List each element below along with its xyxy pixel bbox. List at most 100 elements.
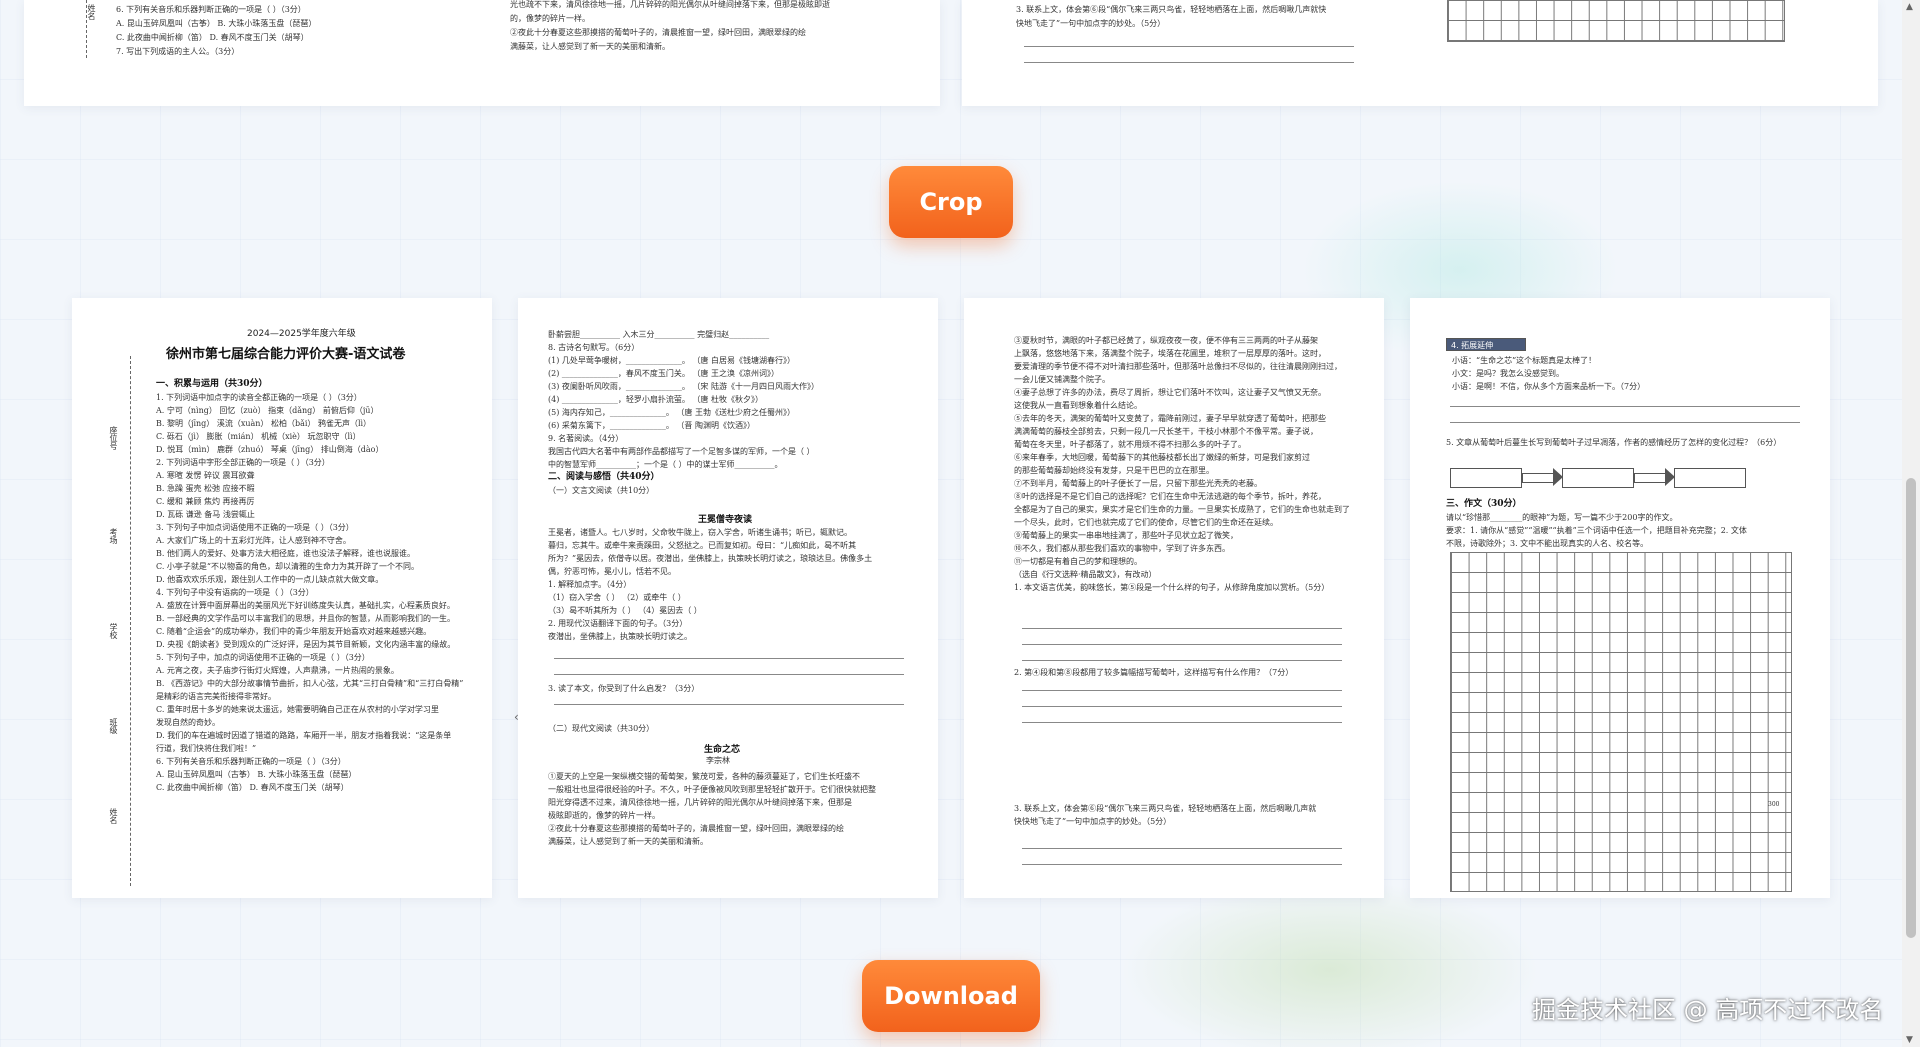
section-heading: 一、积累与运用（共30分） [156,379,268,389]
text-line: A. 寒暄 发愣 碎议 震耳欲聋 [156,471,255,480]
answer-line [1450,422,1800,423]
text-line: 小语：是啊！不信，你从多个方面来品析一下。（7分） [1452,382,1646,391]
page-three-block: ③夏秋时节，满眼的叶子都已经黄了，纵观夜夜一夜，便不停有三三两两的叶子从藤架 上… [1014,334,1350,594]
question-block: 6. 下列有关音乐和乐器判断正确的一项是（ ）（3分） A. 昆山玉碎凤凰叫（古… [116,3,316,59]
extension-tag: 4. 拓展延伸 [1446,338,1526,351]
text-line: 4. 下列句子中没有语病的一项是（ ）（3分） [156,588,314,597]
arrow-right-icon [1634,468,1675,486]
essay-grid [1447,0,1785,42]
arrow-right-icon [1522,468,1563,486]
crop-button-label: Crop [919,188,983,216]
text-line: A. 昆山玉碎凤凰叫（古筝） B. 大珠小珠落玉盘（琵琶） [156,770,357,779]
question-block: 3. 联系上文，体会第⑥段“偶尔飞来三两只鸟雀，轻轻地栖落在上面，然后啁啾几声就… [1016,3,1326,31]
flow-box [1562,468,1634,488]
text-line: D. 瓦砾 谦逊 备马 浅尝辄止 [156,510,255,519]
page-thumbnail-1[interactable]: 2024—2025学年度六年级 徐州市第七届综合能力评价大赛-语文试卷 座位号 … [72,298,492,898]
grid-count-mark: 300 [1768,798,1779,811]
text-line: ②夜此十分春夏这些那摸搭的葡萄叶子的，清晨推窗一望，绿叶回田，满眼翠绿的绘 [548,824,844,833]
answer-line [1022,644,1342,645]
text-line: D. 他喜欢欢乐乐观，跟住别人工作中的一点儿缺点就大做文章。 [156,575,384,584]
answer-line [1024,46,1354,47]
scrollbar-thumb[interactable] [1906,478,1916,938]
text-line: 上飘落，悠悠地落下来，落满整个院子，埃落在花圃里，堆积了一层厚厚的落叶。这时， [1014,349,1326,358]
text-line: 3. 下列句子中加点词语使用不正确的一项是（ ）（3分） [156,523,354,532]
text-line: 要爱清理的季节便不得不对叶清扫那些落叶，但那落叶总像扫不尽似的，往往清晨刚刚扫过… [1014,362,1342,371]
text-line: B. 《西游记》中的大部分故事情节曲折，扣人心弦，尤其“三打白骨精”和“三打白骨… [156,679,464,688]
text-line: 不限，诗歌除外；3. 文中不能出现真实的人名、校名等。 [1446,539,1649,548]
crop-button[interactable]: Crop [889,166,1013,238]
text-line: ④妻子总想了许多的办法，费尽了周折，想让它们落叶不饮叫，这让妻子又气愤又无奈。 [1014,388,1326,397]
answer-line [1022,722,1342,723]
watermark: 掘金技术社区 @ 高项不过不改名 [1532,996,1884,1024]
text-line: 满藤菜，让人感觉到了新一天的美丽和清新。 [548,837,708,846]
text-line: B. 黎明（jīng） 溪流（xuàn） 松柏（bǎi） 鸦雀无声（lì） [156,419,372,428]
text-line: ③夏秋时节，满眼的叶子都已经黄了，纵观夜夜一夜，便不停有三三两两的叶子从藤架 [1014,336,1318,345]
answer-line [1022,706,1342,707]
section-one-block: 一、积累与运用（共30分） 1. 下列词语中加点字的读音全都正确的一项是（ ）（… [156,378,463,794]
story-two-block: ①夏天的上空是一架纵横交错的葡萄架，繁茂可爱，各种的藤须蔓延了，它们生长旺盛不 … [548,770,876,848]
page-thumbnail-3[interactable]: ③夏秋时节，满眼的叶子都已经黄了，纵观夜夜一夜，便不停有三三两两的叶子从藤架 上… [964,298,1384,898]
text-line: ⑧叶的选择是不是它们自己的选择呢？它们在生命中无法逃避的每个季节，拆叶，养花， [1014,492,1326,501]
text-line: 暮归，忘其牛。或牵牛来责蹊田，父怒挞之。已而复如初。母曰：“儿痴如此，曷不听其 [548,541,857,550]
dialogue-block: 小语：“生命之芯”这个标题真是太棒了！ 小文：是吗？我怎么没感觉到。 小语：是啊… [1452,354,1645,393]
text-line: (5) 海内存知己，______________。 （唐 王勃《送杜少府之任蜀州… [548,408,795,417]
text-line: 要求：1. 请你从“感觉”“温暖”“执着”三个词语中任选一个，把题目补充完整；2… [1446,526,1747,535]
text-line: 一个尽头，此时，它们也就完成了它们的使命，尽管它们的生命还在延续。 [1014,518,1278,527]
essay-block: 三、作文（30分） 请以“珍惜那________的眼神”为题，写一篇不少于200… [1446,498,1747,550]
text-line: 2. 下列词语中字形全部正确的一项是（ ）（3分） [156,458,330,467]
scroll-down-icon[interactable]: ▼ [1906,1035,1913,1045]
text-line: 5. 文章从葡萄叶后蔓生长写到葡萄叶子过早凋落，作者的感情经历了怎样的变化过程？… [1446,438,1782,447]
text-line: 5. 下列句子中，加点的词语使用不正确的一项是（ ）（3分） [156,653,370,662]
text-line: ⑥来年春季，大地回暖，葡萄藤下的其他藤枝都长出了嫩绿的新芽，可是我们家剪过 [1014,453,1310,462]
text-line: 所为？”冕因去，依僧寺以居。夜潜出，坐佛膝上，执策映长明灯读之，琅琅达旦。佛像多… [548,554,873,563]
answer-line [554,674,904,675]
text-line: C. 缓和 兼顾 焦灼 再接再厉 [156,497,255,506]
text-line: 6. 下列有关音乐和乐器判断正确的一项是（ ）（3分） [116,5,306,14]
flow-box [1674,468,1746,488]
text-line: 卧薪尝胆__________ 入木三分__________ 完璧归赵______… [548,330,770,339]
text-line: (2) ______________，春风不度玉门关。 （唐 王之涣《凉州词》） [548,369,779,378]
text-line: 阳光穿得透不过来，清风徐徐地一摇，几片碎碎的阳光偶尔从叶缝间掉落下来，但那是 [548,798,852,807]
download-button[interactable]: Download [862,960,1040,1032]
side-label-school: 学校 [109,623,118,639]
top-right-sheet: 3. 联系上文，体会第⑥段“偶尔飞来三两只鸟雀，轻轻地栖落在上面，然后啁啾几声就… [962,0,1878,106]
text-line: 是精彩的语言完美衔接得非常好。 [156,692,276,701]
page-thumbnails-row: 2024—2025学年度六年级 徐州市第七届综合能力评价大赛-语文试卷 座位号 … [0,298,1920,898]
text-line: C. 小亭子就是“不以物喜的角色，却以清雅的生命力为其开辟了一个不同。 [156,562,420,571]
sub-section-heading: （一）文言文阅读（共10分） [548,486,655,495]
question-block: 2. 第④段和第⑧段都用了较多篇幅描写葡萄叶，这样描写有什么作用？（7分） [1014,666,1293,679]
text-line: 一会儿便又铺满整个院子。 [1014,375,1110,384]
text-line: 7. 写出下列成语的主人公。（3分） [116,47,240,56]
grid-mark-text: 300 [1768,801,1780,808]
text-line: C. 此夜曲中闻折柳（笛） D. 春风不度玉门关（胡琴） [156,783,349,792]
section-heading: 二、阅读与感悟（共40分） [548,472,660,482]
flow-box [1450,468,1522,488]
text-line: 中的智慧军师__________；一个是（ ）中的谋士军师__________。 [548,460,783,469]
reading-block: 光也疏不下来，清风徐徐地一摇，几片碎碎的阳光偶尔从叶缝间掉落下来，但那是极眩即逝… [510,0,830,54]
text-line: ⑦不到半月，葡萄藤上的叶子便长了一层，只留下那些光秃秃的老藤。 [1014,479,1262,488]
page-thumbnail-4[interactable]: 4. 拓展延伸 小语：“生命之芯”这个标题真是太棒了！ 小文：是吗？我怎么没感觉… [1410,298,1830,898]
sub-section-two: （二）现代文阅读（共30分） [548,722,654,735]
question-block: 5. 文章从葡萄叶后蔓生长写到葡萄叶子过早凋落，作者的感情经历了怎样的变化过程？… [1446,436,1781,449]
author-line: 李宗林 [706,756,730,765]
text-line: 这使我从一直看到想象着什么结论。 [1014,401,1142,410]
vertical-scrollbar[interactable]: ▲ ▼ [1902,0,1920,1047]
text-line: ①夏天的上空是一架纵横交错的葡萄架，繁茂可爱，各种的藤须蔓延了，它们生长旺盛不 [548,772,860,781]
scroll-up-icon[interactable]: ▲ [1906,2,1913,12]
exam-subtitle: 2024—2025学年度六年级 [247,329,356,339]
side-label-room: 考场 [109,528,118,544]
text-line: 1. 解释加点字。（4分） [548,580,632,589]
text-line: (1) 几处早莺争暖树，______________。 （唐 白居易《钱塘湖春行… [548,356,795,365]
text-line: A. 盛放在计算中面屏幕出的美丽风光下好训练度失认真，基础扎实，心程素质良好。 [156,601,455,610]
download-button-label: Download [884,982,1018,1010]
text-line: 葡萄在冬天里，叶子都落了，就不用烦不得不扫那么多的叶子了。 [1014,440,1246,449]
page-thumbnail-2[interactable]: 卧薪尝胆__________ 入木三分__________ 完璧归赵______… [518,298,938,898]
top-left-sheet: 姓名 6. 下列有关音乐和乐器判断正确的一项是（ ）（3分） A. 昆山玉碎凤凰… [24,0,940,106]
text-line: ⑤去年的冬天，满架的葡萄叶又变黄了，霜降前刚过，妻子早早就穿透了葡萄叶，把那些 [1014,414,1326,423]
text-line: C. 此夜曲中闻折柳（笛） D. 春风不度玉门关（胡琴） [116,33,309,42]
text-line: D. 央视《朗读者》受到观众的广泛好评，是因为其节目新颖，文化内涵丰富的缘故。 [156,640,456,649]
answer-line [1022,660,1342,661]
text-line: D. 悦耳（mìn） 鹿群（zhuó） 琴桌（jīng） 排山倒海（dào） [156,445,384,454]
text-line: 1. 本文语言优美，韵味悠长，第⑤段是一个什么样的句子，从修辞角度加以赏析。（5… [1014,583,1330,592]
text-line: 的那些葡萄藤却始终没有发芽，只是干巴巴的立在那里。 [1014,466,1214,475]
